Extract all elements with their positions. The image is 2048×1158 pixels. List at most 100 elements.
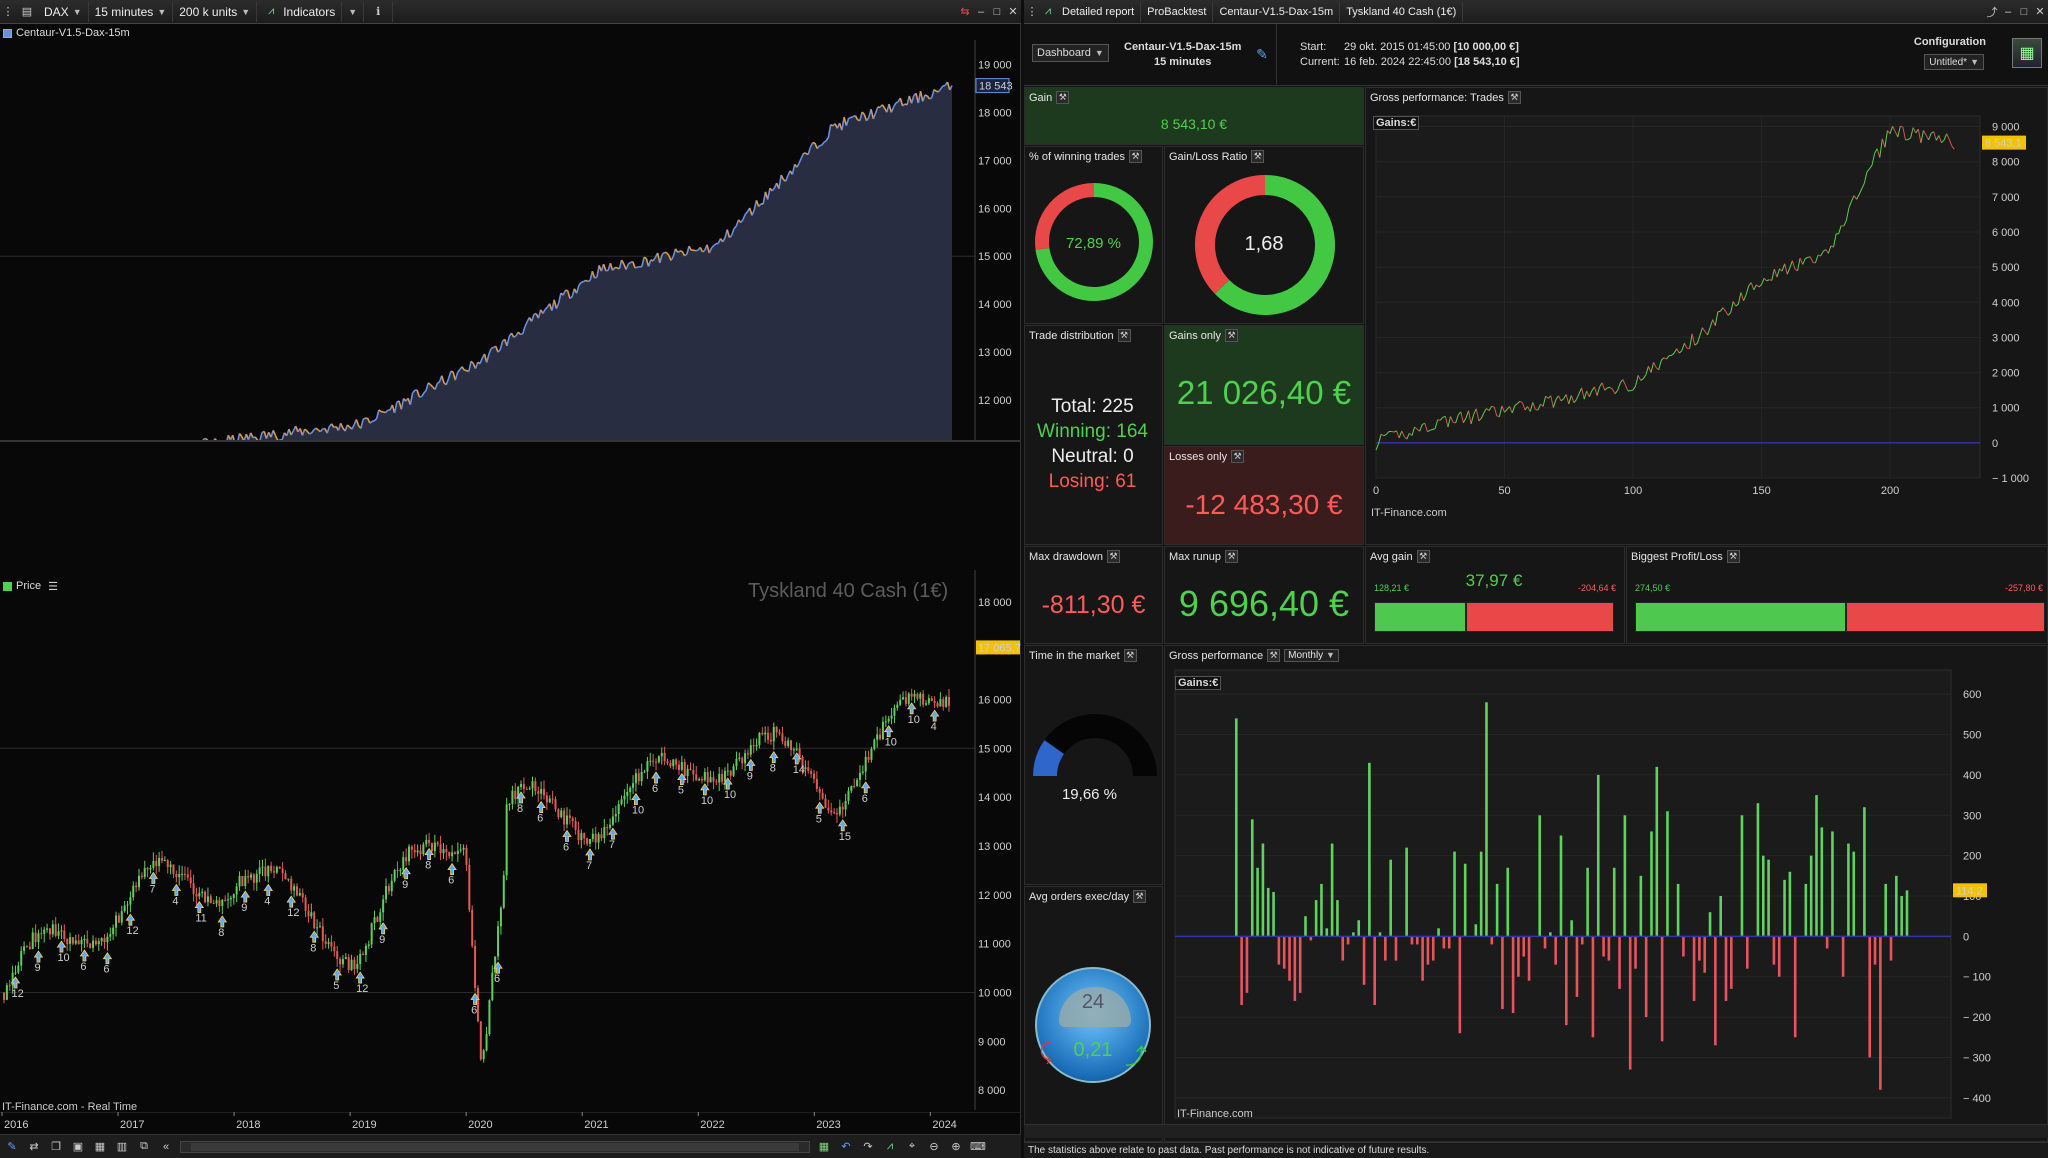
collapse-icon[interactable]: «: [158, 1139, 174, 1155]
monthly-y-tick: − 100: [1963, 972, 1991, 984]
tab-detailed-report[interactable]: Detailed report: [1056, 1, 1142, 22]
monthly-bar: [1884, 883, 1887, 937]
equity-curve-chart[interactable]: 19 000 18 000 17 000 16 000 15 000 14 000 13 0…: [0, 40, 1021, 440]
close-icon[interactable]: ✕: [2032, 4, 2048, 20]
share-icon[interactable]: ⇄: [26, 1139, 42, 1155]
sync-icon[interactable]: ⇆: [957, 4, 973, 20]
wrench-icon[interactable]: ⚒: [1133, 890, 1147, 903]
wrench-icon[interactable]: ⚒: [1123, 649, 1137, 662]
gross-trades-chart[interactable]: 9 000 8 000 7 000 6 000 5 000 4 000 3 000 2 000…: [1366, 108, 2047, 544]
current-date: 16 feb. 2024 22:45:00: [1344, 56, 1452, 68]
candle-body: [850, 785, 853, 791]
monthly-bar: [1575, 936, 1579, 997]
report-scrollbar[interactable]: [1024, 1124, 2048, 1138]
minimize-icon[interactable]: –: [2000, 4, 2016, 20]
candle-body: [637, 773, 640, 782]
report-header: Dashboard ▼ Centaur-V1.5-Dax-15m 15 minut…: [1024, 24, 2048, 86]
tab-instrument[interactable]: Tyskland 40 Cash (1€): [1340, 1, 1464, 22]
maximize-icon[interactable]: □: [2016, 4, 2032, 20]
candle-body: [132, 885, 135, 898]
wrench-icon[interactable]: ⚒: [1224, 550, 1238, 563]
monthly-bar: [1266, 887, 1270, 937]
candle-body: [293, 886, 296, 891]
indicators-button[interactable]: ⩘ Indicators: [257, 1, 343, 22]
wrench-icon[interactable]: ⚒: [1129, 150, 1142, 163]
timeframe-select[interactable]: 15 minutes ▼: [89, 1, 174, 22]
monthly-bar: [1235, 718, 1238, 937]
edit-icon[interactable]: ✎: [1254, 46, 1270, 62]
window-icon[interactable]: ⧉: [136, 1139, 152, 1155]
monthly-bar: [1852, 851, 1856, 937]
monthly-bar: [1623, 815, 1627, 937]
wrench-icon[interactable]: ⚒: [1726, 550, 1740, 563]
calendar-icon[interactable]: ▦: [816, 1139, 832, 1155]
candle-body: [890, 715, 893, 719]
monthly-bar: [1543, 936, 1547, 949]
wrench-icon[interactable]: ⚒: [1224, 329, 1238, 342]
candle-body: [626, 792, 629, 796]
maximize-icon[interactable]: □: [989, 4, 1005, 20]
screenshot-icon[interactable]: ▣: [70, 1139, 86, 1155]
monthly-bar: [1330, 843, 1334, 937]
undo-icon[interactable]: ↶: [838, 1139, 854, 1155]
candle-body: [755, 745, 758, 747]
trade-label: 9: [379, 934, 385, 946]
gross-monthly-chart[interactable]: 6005004003002001000− 100− 200− 300− 4001…: [1165, 666, 2047, 1141]
candle-body: [821, 792, 824, 799]
horizontal-scrollbar[interactable]: [180, 1140, 810, 1153]
copy-icon[interactable]: ❐: [48, 1139, 64, 1155]
candle-body: [683, 762, 686, 777]
wrench-icon[interactable]: ⚒: [1231, 450, 1245, 463]
wrench-icon[interactable]: ⚒: [1117, 329, 1131, 342]
candle-body: [54, 924, 57, 936]
table-icon[interactable]: ▥: [114, 1139, 130, 1155]
wrench-icon[interactable]: ⚒: [1251, 150, 1265, 163]
time-market-value: 19,66 %: [1061, 786, 1118, 803]
configuration-icon[interactable]: ▦: [2012, 38, 2042, 68]
avg-gain-title: Avg gain ⚒: [1370, 550, 1430, 563]
chart-settings-icon[interactable]: ⩘: [882, 1139, 898, 1155]
zoom-fit-icon[interactable]: ⌖: [904, 1139, 920, 1155]
candle-body: [698, 779, 701, 781]
wrench-icon[interactable]: ⚒: [1056, 91, 1070, 104]
layout-icon[interactable]: ▤: [16, 4, 38, 20]
view-select[interactable]: Dashboard ▼: [1032, 44, 1109, 62]
panel-splitter[interactable]: [0, 440, 1021, 442]
trade-arrow-icon: [883, 724, 894, 738]
price-chart[interactable]: 18 00017 00016 00015 00014 00013 00012 0…: [0, 570, 1021, 1110]
share-icon[interactable]: ⤴: [1984, 4, 2000, 20]
symbol-select[interactable]: DAX ▼: [38, 1, 89, 22]
configuration-select[interactable]: Untitled* ▼: [1924, 54, 1984, 70]
tab-system[interactable]: Centaur-V1.5-Dax-15m: [1213, 1, 1341, 22]
minimize-icon[interactable]: –: [973, 4, 989, 20]
grip-icon[interactable]: ⋮: [1024, 4, 1040, 20]
trade-label: 8: [425, 860, 431, 872]
candle-body: [439, 844, 442, 854]
crosshair-icon[interactable]: ⌨: [970, 1139, 986, 1155]
wrench-icon[interactable]: ⚒: [1267, 649, 1281, 662]
distribution-title: Trade distribution ⚒: [1029, 329, 1131, 342]
zoom-in-icon[interactable]: ⊕: [948, 1139, 964, 1155]
pencil-icon[interactable]: ✎: [4, 1139, 20, 1155]
zoom-out-icon[interactable]: ⊖: [926, 1139, 942, 1155]
redo-icon[interactable]: ↷: [860, 1139, 876, 1155]
candle-body: [746, 753, 749, 755]
year-tick-label: 2021: [584, 1119, 608, 1131]
units-select[interactable]: 200 k units ▼: [173, 1, 258, 22]
wrench-icon[interactable]: ⚒: [1416, 550, 1430, 563]
wrench-icon[interactable]: ⚒: [1507, 91, 1521, 104]
indicators-menu[interactable]: ▼: [342, 1, 365, 22]
candle-body: [537, 791, 540, 794]
period-select[interactable]: Monthly ▼: [1284, 649, 1339, 662]
close-icon[interactable]: ✕: [1005, 4, 1021, 20]
scrollbar-thumb[interactable]: [191, 1142, 799, 1151]
equity-panel-title[interactable]: Centaur-V1.5-Dax-15m: [16, 27, 130, 39]
equity-line-segment: [679, 250, 683, 253]
grip-icon[interactable]: ⋮: [0, 4, 16, 20]
wrench-icon[interactable]: ⚒: [1106, 550, 1120, 563]
grid-icon[interactable]: ▦: [92, 1139, 108, 1155]
info-button[interactable]: ℹ: [364, 1, 394, 22]
monthly-bar: [1847, 843, 1850, 937]
candle-body: [600, 834, 603, 839]
tab-probacktest[interactable]: ProBacktest: [1141, 1, 1214, 22]
